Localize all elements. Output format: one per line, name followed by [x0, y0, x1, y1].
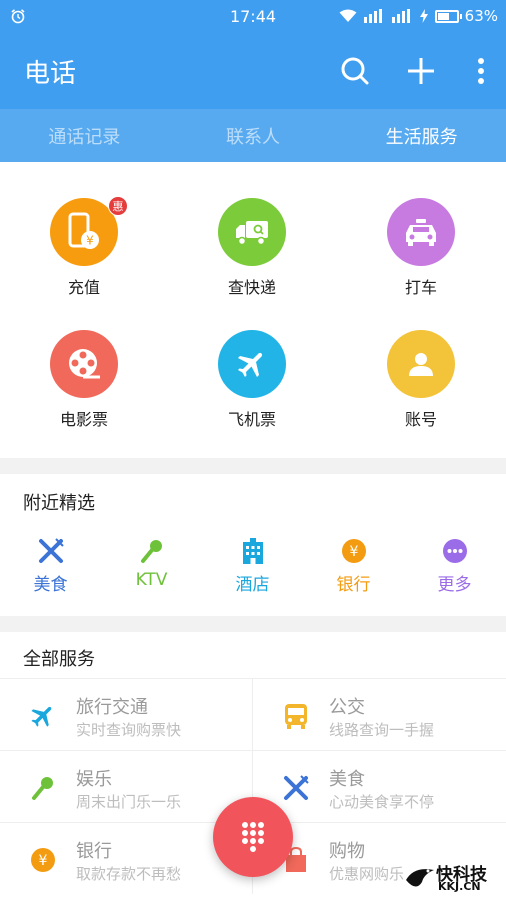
- tab-call-log[interactable]: 通话记录: [0, 109, 169, 162]
- quick-item-label: 电影票: [59, 410, 108, 429]
- plus-icon: [408, 58, 434, 84]
- more-vertical-icon: [478, 58, 484, 84]
- discount-badge: 惠: [108, 196, 128, 216]
- page-title: 电话: [24, 59, 77, 89]
- nearby-item-label: 银行: [336, 575, 371, 595]
- food-icon: [36, 536, 66, 566]
- service-desc: 周末出门乐一乐: [76, 793, 182, 811]
- flight-circle: [218, 330, 286, 398]
- app-bar: 电话: [0, 33, 506, 109]
- add-button[interactable]: [405, 53, 437, 89]
- nearby-title: 附近精选: [23, 493, 95, 514]
- taxi-icon: [406, 219, 436, 246]
- service-desc: 心动美食享不停: [329, 793, 435, 811]
- service-desc: 线路查询一手握: [329, 721, 435, 739]
- service-bus[interactable]: 公交 线路查询一手握: [253, 678, 506, 750]
- status-bar: 17:44 63%: [0, 0, 506, 33]
- microphone-icon: [28, 773, 58, 803]
- service-name: 公交: [329, 697, 365, 718]
- nearby-item-hotel[interactable]: 酒店: [202, 536, 303, 595]
- movie-circle: [50, 330, 118, 398]
- svg-text:¥: ¥: [39, 853, 48, 869]
- nearby-item-label: KTV: [135, 570, 168, 590]
- account-circle: [387, 330, 455, 398]
- delivery-truck-icon: [236, 221, 268, 246]
- nearby-item-label: 美食: [33, 575, 68, 595]
- taxi-circle: [387, 198, 455, 266]
- signal-icon-2: [391, 9, 410, 23]
- nearby-section: 附近精选 美食 KTV 酒店 ¥ 银行 更多: [0, 474, 506, 616]
- signal-icon: [363, 9, 382, 23]
- service-food[interactable]: 美食 心动美食享不停: [253, 750, 506, 822]
- quick-item-label: 打车: [404, 278, 437, 297]
- service-desc: 取款存款不再愁: [76, 865, 182, 883]
- nearby-item-label: 更多: [437, 575, 472, 595]
- nearby-item-more[interactable]: 更多: [404, 536, 505, 595]
- bus-icon: [281, 701, 311, 731]
- topup-circle: ¥ 惠: [50, 196, 128, 266]
- quick-item-account[interactable]: 账号: [337, 330, 505, 430]
- quick-item-label: 充值: [67, 278, 100, 297]
- svg-text:¥: ¥: [86, 234, 94, 248]
- search-icon: [341, 57, 369, 85]
- nearby-item-food[interactable]: 美食: [0, 536, 101, 595]
- quick-item-express[interactable]: 查快递: [168, 198, 336, 298]
- service-desc: 优惠网购乐: [329, 865, 405, 883]
- food-icon: [281, 773, 311, 803]
- film-reel-icon: [69, 349, 100, 379]
- quick-services: ¥ 惠 充值 查快递 打车 电影票 飞机票 账号: [0, 162, 506, 458]
- service-name: 娱乐: [76, 769, 112, 790]
- account-icon: [409, 353, 433, 376]
- airplane-icon: [237, 352, 263, 378]
- tab-life-services[interactable]: 生活服务: [337, 109, 506, 162]
- svg-text:¥: ¥: [349, 544, 358, 560]
- quick-item-flight[interactable]: 飞机票: [168, 330, 336, 430]
- watermark-logo: 快科技 KKJ.CN: [404, 858, 500, 896]
- express-circle: [218, 198, 286, 266]
- yuan-coin-icon: ¥: [339, 536, 369, 566]
- tab-contacts[interactable]: 联系人: [169, 109, 338, 162]
- nearby-item-label: 酒店: [235, 575, 270, 595]
- dialpad-fab-button[interactable]: [213, 797, 293, 877]
- service-name: 银行: [76, 841, 112, 862]
- all-services-title: 全部服务: [23, 649, 95, 670]
- nearby-item-bank[interactable]: ¥ 银行: [303, 536, 404, 595]
- service-name: 美食: [329, 769, 365, 790]
- quick-item-taxi[interactable]: 打车: [337, 198, 505, 298]
- bird-logo-icon: [406, 869, 434, 887]
- tab-bar: 通话记录 联系人 生活服务: [0, 109, 506, 162]
- service-name: 旅行交通: [76, 697, 148, 718]
- microphone-icon: [137, 536, 167, 566]
- quick-item-label: 飞机票: [227, 410, 276, 429]
- phone-topup-icon: ¥: [68, 212, 99, 249]
- quick-item-topup[interactable]: ¥ 惠 充值: [0, 196, 168, 298]
- yuan-coin-icon: ¥: [28, 845, 58, 875]
- nearby-item-ktv[interactable]: KTV: [101, 536, 202, 590]
- quick-item-label: 账号: [404, 410, 437, 429]
- service-entertainment[interactable]: 娱乐 周末出门乐一乐: [0, 750, 253, 822]
- quick-item-movie[interactable]: 电影票: [0, 330, 168, 430]
- battery-percent: 63%: [464, 7, 498, 25]
- service-travel[interactable]: 旅行交通 实时查询购票快: [0, 678, 253, 750]
- quick-item-label: 查快递: [227, 278, 276, 297]
- search-button[interactable]: [339, 53, 371, 89]
- more-menu-button[interactable]: [465, 53, 497, 89]
- hotel-icon: [238, 536, 268, 566]
- wifi-icon: [339, 9, 357, 22]
- charging-icon: [419, 9, 428, 23]
- airplane-icon: [28, 701, 58, 731]
- status-right: 63%: [339, 7, 498, 25]
- more-dots-icon: [440, 536, 470, 566]
- service-name: 购物: [329, 841, 365, 862]
- watermark-en: KKJ.CN: [438, 880, 481, 893]
- battery-icon: [434, 9, 462, 23]
- service-desc: 实时查询购票快: [76, 721, 182, 739]
